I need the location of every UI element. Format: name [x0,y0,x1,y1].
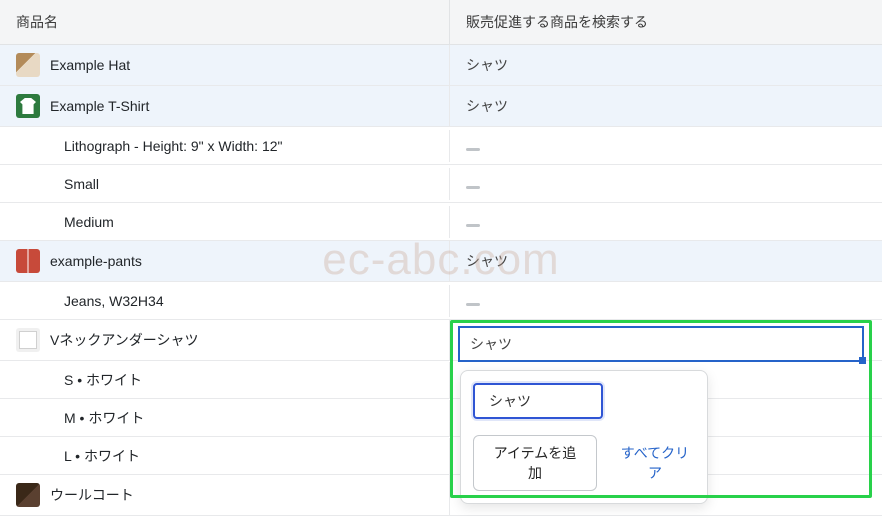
empty-dash-icon [466,303,480,306]
product-thumbnail [16,53,40,77]
product-name-cell: Vネックアンダーシャツ [0,320,450,360]
empty-dash-icon [466,186,480,189]
product-value-cell[interactable] [450,168,882,200]
product-label: Lithograph - Height: 9" x Width: 12" [64,138,283,154]
table-row[interactable]: Lithograph - Height: 9" x Width: 12" [0,127,882,165]
product-name-cell: Small [0,168,450,200]
header-product-name: 商品名 [0,0,450,44]
product-label: Example T-Shirt [50,98,149,114]
product-name-cell: Example Hat [0,45,450,85]
empty-dash-icon [466,148,480,151]
product-label: Medium [64,214,114,230]
table-row[interactable]: Medium [0,203,882,241]
header-search-products: 販売促進する商品を検索する [450,0,882,44]
product-value-cell[interactable]: シャツ [450,47,882,83]
edit-input-value: シャツ [470,336,512,352]
product-value-cell[interactable] [450,206,882,238]
product-value-cell[interactable]: シャツ [450,243,882,279]
product-name-cell: S • ホワイト [0,362,450,398]
product-name-cell: Medium [0,206,450,238]
product-name-cell: Lithograph - Height: 9" x Width: 12" [0,130,450,162]
product-label: M • ホワイト [64,408,144,428]
product-label: L • ホワイト [64,446,140,466]
table-row[interactable]: example-pants シャツ [0,241,882,282]
table-row[interactable]: Example Hat シャツ [0,45,882,86]
table-row[interactable]: Small [0,165,882,203]
product-name-cell: M • ホワイト [0,400,450,436]
product-label: example-pants [50,253,142,269]
product-value-cell[interactable] [450,285,882,317]
table-row[interactable]: S • ホワイト [0,361,882,399]
product-table: 商品名 販売促進する商品を検索する Example HatシャツExample … [0,0,882,516]
table-row[interactable]: M • ホワイト [0,399,882,437]
clear-all-button[interactable]: すべてクリア [615,443,695,483]
cell-resize-handle[interactable] [859,357,866,364]
product-label: S • ホワイト [64,370,142,390]
product-label: Small [64,176,99,192]
product-thumbnail [16,328,40,352]
table-row[interactable]: Example T-Shirt シャツ [0,86,882,127]
product-thumbnail [16,483,40,507]
autocomplete-dropdown: シャツ アイテムを追加 すべてクリア [460,370,708,504]
product-value-cell[interactable]: シャツ [450,88,882,124]
product-label: Vネックアンダーシャツ [50,330,199,350]
product-label: Jeans, W32H34 [64,293,164,309]
product-thumbnail [16,249,40,273]
product-name-cell: example-pants [0,241,450,281]
table-row[interactable]: L • ホワイト [0,437,882,475]
table-row[interactable]: ウールコート [0,475,882,516]
add-item-button[interactable]: アイテムを追加 [473,435,597,491]
selected-chip[interactable]: シャツ [473,383,603,419]
product-name-cell: Jeans, W32H34 [0,285,450,317]
product-thumbnail [16,94,40,118]
product-label: ウールコート [50,485,134,505]
table-row[interactable]: Jeans, W32H34 [0,282,882,320]
empty-dash-icon [466,224,480,227]
product-name-cell: Example T-Shirt [0,86,450,126]
inline-edit-input[interactable]: シャツ [458,326,864,362]
product-label: Example Hat [50,57,130,73]
product-name-cell: ウールコート [0,475,450,515]
table-header-row: 商品名 販売促進する商品を検索する [0,0,882,45]
product-name-cell: L • ホワイト [0,438,450,474]
product-value-cell[interactable] [450,130,882,162]
